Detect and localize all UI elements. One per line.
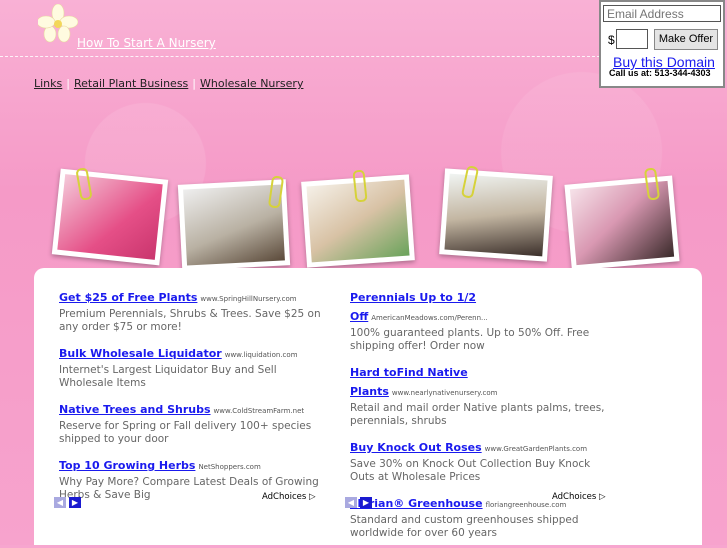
ad-description: Reserve for Spring or Fall delivery 100+…	[59, 420, 312, 445]
ad-description: Save 30% on Knock Out Collection Buy Kno…	[350, 458, 591, 483]
ad-title-link[interactable]: Bulk Wholesale Liquidator	[59, 347, 222, 360]
ad-title-link[interactable]: Top 10 Growing Herbs	[59, 459, 195, 472]
currency-label: $	[608, 33, 615, 47]
photo-1	[51, 168, 169, 266]
ad-description: 100% guaranteed plants. Up to 50% Off. F…	[350, 327, 590, 352]
adchoices-link[interactable]: AdChoices ▷	[552, 492, 606, 502]
photo-strip	[34, 160, 702, 271]
next-arrow-icon[interactable]: ▶	[69, 497, 81, 508]
ad-item: Hard toFind Native Plants www.nearlynativ…	[350, 361, 612, 428]
ad-description: Standard and custom greenhouses shipped …	[350, 514, 579, 539]
domain-offer-box: $ Make Offer Buy this Domain Call us at:…	[599, 0, 725, 88]
ads-panel: Get $25 of Free Plants www.SpringHillNurs…	[34, 268, 702, 545]
nav-link-links[interactable]: Links	[34, 77, 62, 90]
ads-column-left: Get $25 of Free Plants www.SpringHillNurs…	[59, 286, 321, 510]
ad-url[interactable]: www.nearlynativenursery.com	[392, 389, 498, 397]
offer-amount-input[interactable]	[616, 29, 648, 49]
site-title-link[interactable]: How To Start A Nursery	[77, 36, 216, 50]
next-arrow-icon[interactable]: ▶	[360, 497, 372, 508]
ads-pager-left: ◀ ▶	[54, 492, 84, 511]
photo-4	[439, 168, 553, 262]
ad-item: Perennials Up to 1/2 Off AmericanMeadows.…	[350, 286, 612, 353]
ad-url[interactable]: www.SpringHillNursery.com	[200, 295, 296, 303]
ad-description: Internet's Largest Liquidator Buy and Se…	[59, 364, 277, 389]
ad-item: Bulk Wholesale Liquidator www.liquidation…	[59, 342, 321, 390]
ad-item: Get $25 of Free Plants www.SpringHillNurs…	[59, 286, 321, 334]
ad-url[interactable]: AmericanMeadows.com/Perenn...	[371, 314, 487, 322]
adchoices-link[interactable]: AdChoices ▷	[262, 492, 316, 502]
ad-url[interactable]: floriangreenhouse.com	[486, 501, 567, 509]
ad-url[interactable]: www.liquidation.com	[225, 351, 298, 359]
nav-link-retail-plant-business[interactable]: Retail Plant Business	[74, 77, 188, 90]
ads-pager-right: ◀ ▶	[345, 492, 375, 511]
ad-item: Buy Knock Out Roses www.GreatGardenPlants…	[350, 436, 612, 484]
make-offer-button[interactable]: Make Offer	[654, 29, 718, 50]
ad-title-link[interactable]: Buy Knock Out Roses	[350, 441, 482, 454]
ads-column-right: Perennials Up to 1/2 Off AmericanMeadows.…	[350, 286, 612, 548]
prev-arrow-icon[interactable]: ◀	[345, 497, 357, 508]
ad-item: Native Trees and Shrubs www.ColdStreamFar…	[59, 398, 321, 446]
ad-url[interactable]: NetShoppers.com	[198, 463, 260, 471]
call-us-text: Call us at: 513-344-4303	[609, 68, 711, 78]
ad-description: Premium Perennials, Shrubs & Trees. Save…	[59, 308, 321, 333]
header-divider	[0, 56, 600, 57]
nav-link-wholesale-nursery[interactable]: Wholesale Nursery	[200, 77, 303, 90]
ad-url[interactable]: www.GreatGardenPlants.com	[485, 445, 587, 453]
paperclip-icon	[352, 169, 368, 203]
photo-5	[564, 175, 680, 271]
ad-title-link[interactable]: Native Trees and Shrubs	[59, 403, 211, 416]
flower-logo-icon	[38, 4, 78, 43]
ad-url[interactable]: www.ColdStreamFarm.net	[214, 407, 305, 415]
prev-arrow-icon[interactable]: ◀	[54, 497, 66, 508]
ad-title-link[interactable]: Get $25 of Free Plants	[59, 291, 197, 304]
breadcrumb-nav: Links | Retail Plant Business | Wholesale Nu…	[34, 77, 304, 90]
ad-description: Retail and mail order Native plants palm…	[350, 402, 605, 427]
email-input[interactable]	[603, 5, 721, 22]
